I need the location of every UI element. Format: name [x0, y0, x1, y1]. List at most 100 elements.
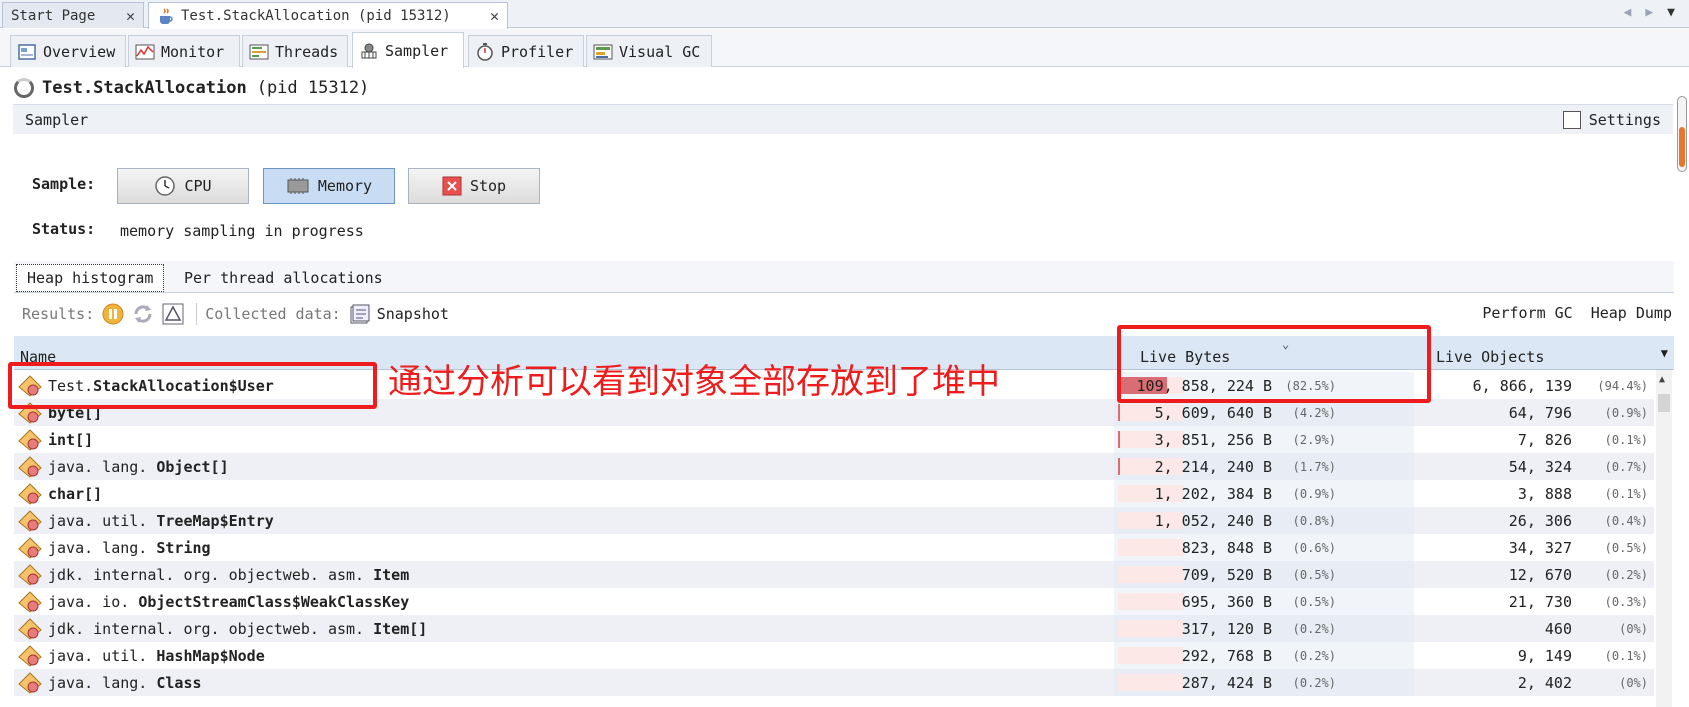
table-row[interactable]: java. lang. Class 287, 424 B (0.2%) 2, 402 (…: [14, 669, 1654, 696]
sampler-icon: [361, 43, 377, 58]
simple-class-name: Class: [156, 674, 202, 692]
live-bytes-percent: (0.6%): [1292, 541, 1336, 555]
chevron-down-icon[interactable]: ▼: [1667, 5, 1675, 20]
doc-tab-process[interactable]: Test.StackAllocation (pid 15312) ✕: [148, 2, 508, 29]
live-bytes-percent: (4.2%): [1292, 406, 1336, 420]
package-name: jdk. internal. org. objectweb. asm.: [48, 566, 374, 584]
table-row[interactable]: jdk. internal. org. objectweb. asm. Item…: [14, 561, 1654, 588]
live-bytes-percent: (0.5%): [1292, 595, 1336, 609]
page-scrollbar-thumb[interactable]: [1679, 127, 1685, 167]
visual-gc-icon: [593, 44, 613, 59]
live-bytes-percent: (0.5%): [1292, 568, 1336, 582]
table-row[interactable]: java. lang. Object[] 2, 214, 240 B (1.7%) 5…: [14, 453, 1654, 480]
tab-label: Monitor: [161, 42, 225, 61]
process-name: Test.StackAllocation: [42, 78, 247, 98]
scroll-right-icon[interactable]: ▶: [1645, 5, 1653, 20]
heap-dump-button[interactable]: Heap Dump: [1591, 304, 1672, 322]
table-row[interactable]: jdk. internal. org. objectweb. asm. Item…: [14, 615, 1654, 642]
class-name: java. lang. Object[]: [48, 458, 229, 476]
live-bytes-percent: (1.7%): [1292, 460, 1336, 474]
collected-data-label: Collected data:: [205, 305, 341, 323]
refresh-icon[interactable]: [132, 303, 154, 325]
table-row[interactable]: int[] 3, 851, 256 B (2.9%) 7, 826 (0.1%): [14, 426, 1654, 453]
tab-sampler[interactable]: Sampler: [352, 32, 464, 68]
table-row[interactable]: char[] 1, 202, 384 B (0.9%) 3, 888 (0.1%): [14, 480, 1654, 507]
table-row[interactable]: java. util. TreeMap$Entry 1, 052, 240 B (0…: [14, 507, 1654, 534]
settings-toggle[interactable]: Settings: [1562, 111, 1661, 129]
live-objects-value: 6, 866, 139: [1472, 377, 1572, 395]
live-objects-percent: (0.1%): [1604, 649, 1648, 663]
memory-button[interactable]: Memory: [263, 168, 395, 204]
simple-class-name: String: [156, 539, 211, 557]
settings-checkbox[interactable]: [1562, 111, 1581, 129]
tab-visual-gc[interactable]: Visual GC: [586, 35, 712, 67]
live-objects-value: 34, 327: [1508, 539, 1572, 557]
live-bytes-bar: [1118, 674, 1184, 691]
memory-chip-icon: [287, 178, 309, 194]
button-label: Stop: [469, 177, 507, 195]
doc-tab-start-page[interactable]: Start Page ✕: [2, 2, 144, 28]
tab-profiler[interactable]: Profiler: [468, 35, 584, 67]
class-name: java. io. ObjectStreamClass$WeakClassKey: [48, 593, 409, 611]
class-name: char[]: [48, 485, 102, 503]
column-menu-icon[interactable]: ▼: [1661, 346, 1668, 360]
simple-class-name: ObjectStreamClass$WeakClassKey: [138, 593, 410, 611]
scrollbar-thumb[interactable]: [1658, 394, 1670, 412]
live-objects-percent: (0%): [1619, 622, 1648, 636]
snapshot-button[interactable]: Snapshot: [377, 305, 449, 323]
tool-tab-bar: Overview Monitor Threads Sampler Profile…: [0, 29, 1689, 68]
cpu-button[interactable]: CPU: [117, 168, 249, 204]
page-scrollbar[interactable]: [1677, 96, 1687, 172]
tab-threads[interactable]: Threads: [242, 35, 348, 67]
tab-label: Threads: [275, 42, 339, 61]
simple-class-name: int[]: [48, 431, 94, 449]
table-scrollbar[interactable]: ▲: [1656, 370, 1672, 707]
live-bytes-bar: [1118, 647, 1184, 664]
live-bytes-value: 292, 768 B: [1181, 647, 1272, 665]
settings-label: Settings: [1588, 111, 1661, 129]
class-icon: [18, 618, 42, 640]
live-objects-percent: (94.4%): [1597, 379, 1648, 393]
tab-overview[interactable]: Overview: [10, 35, 126, 67]
sample-label: Sample:: [32, 175, 96, 193]
simple-class-name: TreeMap$Entry: [156, 512, 274, 530]
threads-icon: [249, 44, 269, 59]
simple-class-name: char[]: [48, 485, 103, 503]
view-tab-bar: Heap histogram Per thread allocations: [14, 261, 1674, 293]
class-name: java. util. TreeMap$Entry: [48, 512, 274, 530]
class-name: java. lang. Class: [48, 674, 202, 692]
live-objects-percent: (0%): [1619, 676, 1648, 690]
delta-icon[interactable]: [162, 303, 184, 325]
close-icon[interactable]: ✕: [490, 7, 499, 25]
package-name: java. util.: [48, 512, 157, 530]
live-objects-value: 9, 149: [1517, 647, 1572, 665]
package-name: java. util.: [48, 647, 157, 665]
live-objects-value: 26, 306: [1508, 512, 1572, 530]
live-bytes-percent: (0.9%): [1292, 487, 1336, 501]
scroll-left-icon[interactable]: ◀: [1624, 5, 1632, 20]
simple-class-name: Item[]: [373, 620, 428, 638]
stop-button[interactable]: Stop: [408, 168, 540, 204]
live-bytes-value: 1, 202, 384 B: [1154, 485, 1272, 503]
live-bytes-value: 287, 424 B: [1181, 674, 1272, 692]
simple-class-name: Object[]: [156, 458, 229, 476]
table-row[interactable]: java. io. ObjectStreamClass$WeakClassKey…: [14, 588, 1654, 615]
live-bytes-value: 317, 120 B: [1181, 620, 1272, 638]
status-label: Status:: [32, 220, 96, 238]
close-icon[interactable]: ✕: [126, 7, 135, 25]
perform-gc-button[interactable]: Perform GC: [1482, 304, 1572, 322]
snapshot-icon[interactable]: [349, 303, 371, 325]
heap-actions: Perform GC Heap Dump: [1482, 304, 1672, 322]
table-row[interactable]: java. lang. String 823, 848 B (0.6%) 34, 32…: [14, 534, 1654, 561]
pause-icon[interactable]: [102, 303, 124, 325]
live-objects-value: 21, 730: [1508, 593, 1572, 611]
scroll-up-icon[interactable]: ▲: [1659, 374, 1665, 385]
table-row[interactable]: java. util. HashMap$Node 292, 768 B (0.2%)…: [14, 642, 1654, 669]
doc-tab-label: Start Page: [11, 7, 96, 24]
live-objects-percent: (0.9%): [1604, 406, 1648, 420]
tab-monitor[interactable]: Monitor: [128, 35, 240, 67]
tab-heap-histogram[interactable]: Heap histogram: [16, 264, 165, 292]
tab-per-thread-allocations[interactable]: Per thread allocations: [174, 264, 393, 292]
column-header-live-objects[interactable]: Live Objects: [1436, 348, 1544, 366]
class-icon: [18, 510, 42, 532]
